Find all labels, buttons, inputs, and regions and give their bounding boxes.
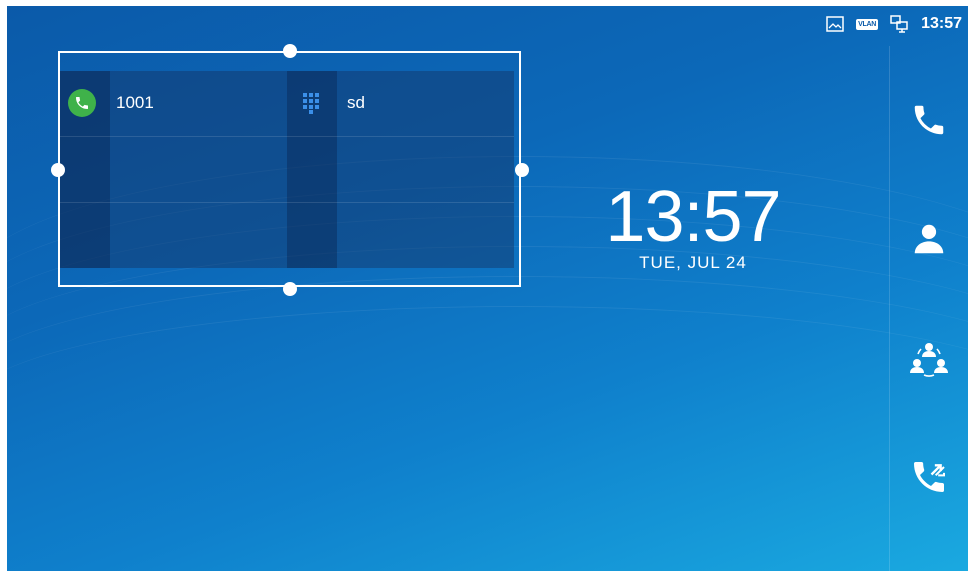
vlan-icon: VLAN [856, 14, 879, 34]
clock-time: 13:57 [605, 177, 781, 257]
quick-dock [889, 46, 968, 571]
status-bar: VLAN 13:57 [825, 6, 968, 42]
dock-contacts-button[interactable] [890, 201, 968, 281]
resize-handle-top[interactable] [283, 44, 297, 58]
status-time: 13:57 [921, 15, 962, 32]
resize-handle-bottom[interactable] [283, 282, 297, 296]
call-transfer-icon [909, 457, 949, 502]
widget-resize-frame[interactable] [58, 51, 521, 287]
phone-icon [910, 101, 948, 144]
home-screen: VLAN 13:57 1001 sd 13:57 TUE, JUL 24 [7, 6, 968, 571]
clock-widget[interactable]: 13:57 TUE, JUL 24 [603, 181, 783, 273]
network-icon [889, 14, 909, 34]
dock-conference-button[interactable] [890, 320, 968, 400]
contact-icon [910, 220, 948, 263]
dock-phone-button[interactable] [890, 82, 968, 162]
dock-call-transfer-button[interactable] [890, 439, 968, 519]
vlan-label: VLAN [856, 18, 879, 30]
resize-handle-right[interactable] [515, 163, 529, 177]
conference-icon [909, 338, 949, 383]
screenshot-icon [825, 14, 845, 34]
screen: VLAN 13:57 1001 sd 13:57 TUE, JUL 24 [0, 0, 968, 571]
resize-handle-left[interactable] [51, 163, 65, 177]
background-wave [7, 306, 968, 507]
